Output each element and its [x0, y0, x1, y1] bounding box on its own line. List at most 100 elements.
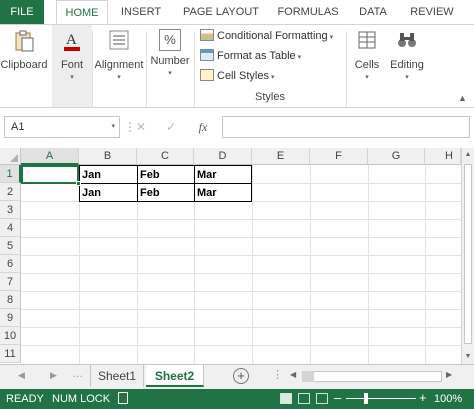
worksheet-grid: A B C D E F G H 1 2 3 4 5 6 7 8 9 10 11 …	[0, 148, 474, 364]
alignment-button[interactable]: Alignment ▾	[94, 25, 144, 107]
scroll-down-icon[interactable]: ▼	[462, 350, 474, 364]
gridline	[21, 273, 461, 274]
cells-button[interactable]: Cells ▾	[350, 25, 384, 107]
cell-d1[interactable]: Mar	[194, 165, 252, 184]
column-header-b[interactable]: B	[79, 148, 137, 165]
cell-styles-button[interactable]: Cell Styles ▾	[200, 67, 274, 85]
name-box[interactable]: A1 ▾	[4, 116, 120, 138]
font-label: Font	[60, 59, 83, 71]
cell-c1[interactable]: Feb	[137, 165, 195, 184]
horizontal-scroll-track[interactable]	[302, 371, 442, 382]
tab-data[interactable]: DATA	[352, 0, 394, 24]
font-color-icon: A	[59, 29, 85, 55]
cell-styles-label: Cell Styles	[217, 70, 269, 82]
page-layout-view-icon[interactable]	[298, 393, 310, 404]
row-header-5[interactable]: 5	[0, 237, 21, 255]
macro-record-icon[interactable]	[118, 392, 128, 404]
tab-insert[interactable]: INSERT	[116, 0, 166, 24]
row-header-11[interactable]: 11	[0, 345, 21, 363]
svg-text:A: A	[66, 32, 77, 48]
status-bar: READY NUM LOCK – + 100%	[0, 389, 474, 409]
scroll-right-icon[interactable]: ▶	[446, 370, 452, 379]
chevron-down-icon: ▾	[270, 74, 275, 81]
gridline	[310, 165, 311, 364]
styles-group-label: Styles	[255, 91, 285, 103]
column-header-c[interactable]: C	[137, 148, 194, 165]
page-break-view-icon[interactable]	[316, 393, 328, 404]
scroll-left-icon[interactable]: ◀	[290, 370, 296, 379]
collapse-ribbon-icon[interactable]: ▲	[458, 93, 467, 103]
row-header-6[interactable]: 6	[0, 255, 21, 273]
enter-check-icon[interactable]: ✓	[160, 116, 182, 138]
ribbon-divider	[146, 31, 147, 107]
horizontal-scrollbar[interactable]: ◀ ▶	[290, 370, 460, 384]
next-sheet-icon[interactable]: ▶	[50, 370, 57, 381]
editing-button[interactable]: Editing ▾	[386, 25, 428, 107]
formula-input[interactable]	[222, 116, 470, 138]
active-cell-a1[interactable]	[21, 165, 79, 184]
tab-review[interactable]: REVIEW	[406, 0, 458, 24]
column-header-f[interactable]: F	[310, 148, 368, 165]
cells-label: Cells	[354, 59, 380, 71]
sheet-tab-sheet2[interactable]: Sheet2	[146, 365, 204, 387]
row-header-4[interactable]: 4	[0, 219, 21, 237]
gridline	[21, 291, 461, 292]
column-header-d[interactable]: D	[194, 148, 252, 165]
clipboard-button[interactable]: Clipboard	[0, 25, 48, 107]
row-header-9[interactable]: 9	[0, 309, 21, 327]
row-header-2[interactable]: 2	[0, 183, 21, 201]
gridline	[21, 219, 461, 220]
tab-formulas[interactable]: FORMULAS	[274, 0, 342, 24]
tab-page-layout[interactable]: PAGE LAYOUT	[178, 0, 264, 24]
vertical-scrollbar[interactable]: ▲ ▼	[461, 148, 474, 364]
gridline	[425, 165, 426, 364]
row-header-8[interactable]: 8	[0, 291, 21, 309]
zoom-out-icon[interactable]: –	[334, 390, 341, 405]
vertical-scroll-thumb[interactable]	[464, 164, 472, 344]
conditional-formatting-button[interactable]: Conditional Formatting ▾	[200, 27, 333, 45]
format-as-table-label: Format as Table	[217, 50, 296, 62]
insert-function-icon[interactable]: fx	[192, 116, 214, 138]
fill-handle[interactable]	[76, 181, 81, 186]
cancel-entry-icon[interactable]: ✕	[130, 116, 152, 138]
cell-b2[interactable]: Jan	[79, 183, 138, 202]
column-header-g[interactable]: G	[368, 148, 425, 165]
chevron-down-icon: ▾	[70, 74, 74, 81]
add-sheet-icon[interactable]: +	[233, 368, 249, 384]
scroll-up-icon[interactable]: ▲	[462, 148, 474, 162]
tab-home[interactable]: HOME	[56, 0, 108, 25]
column-header-a[interactable]: A	[21, 148, 79, 165]
format-as-table-button[interactable]: Format as Table ▾	[200, 47, 301, 65]
percent-icon: %	[159, 29, 181, 51]
cell-c2[interactable]: Feb	[137, 183, 195, 202]
row-header-1[interactable]: 1	[0, 165, 21, 183]
zoom-in-icon[interactable]: +	[419, 390, 427, 405]
number-button[interactable]: % Number ▾	[148, 25, 192, 107]
row-header-3[interactable]: 3	[0, 201, 21, 219]
zoom-slider-thumb[interactable]	[364, 393, 368, 404]
cell-styles-icon	[200, 69, 214, 81]
horizontal-scroll-thumb[interactable]	[302, 371, 314, 382]
previous-sheet-icon[interactable]: ◀	[18, 370, 25, 381]
alignment-label: Alignment	[94, 59, 144, 71]
select-all-icon	[10, 154, 18, 162]
column-header-e[interactable]: E	[252, 148, 310, 165]
zoom-slider[interactable]	[346, 398, 416, 399]
sheet-tab-sheet1[interactable]: Sheet1	[90, 365, 144, 387]
gridline	[21, 309, 461, 310]
more-sheets-right-icon[interactable]: ⋮	[272, 368, 283, 381]
conditional-formatting-label: Conditional Formatting	[217, 30, 328, 42]
more-sheets-left-icon[interactable]: …	[72, 368, 83, 380]
zoom-level[interactable]: 100%	[434, 393, 462, 405]
normal-view-icon[interactable]	[280, 393, 292, 404]
cell-d2[interactable]: Mar	[194, 183, 252, 202]
chevron-down-icon[interactable]: ▾	[111, 117, 115, 137]
select-all-corner[interactable]	[0, 148, 21, 165]
row-header-10[interactable]: 10	[0, 327, 21, 345]
column-header-h[interactable]: H	[425, 148, 461, 165]
tab-file[interactable]: FILE	[0, 0, 44, 24]
ribbon: Clipboard A Font ▾ Alignment ▾ % Number …	[0, 24, 474, 108]
font-button[interactable]: A Font ▾	[52, 25, 92, 107]
cell-b1[interactable]: Jan	[79, 165, 138, 184]
row-header-7[interactable]: 7	[0, 273, 21, 291]
